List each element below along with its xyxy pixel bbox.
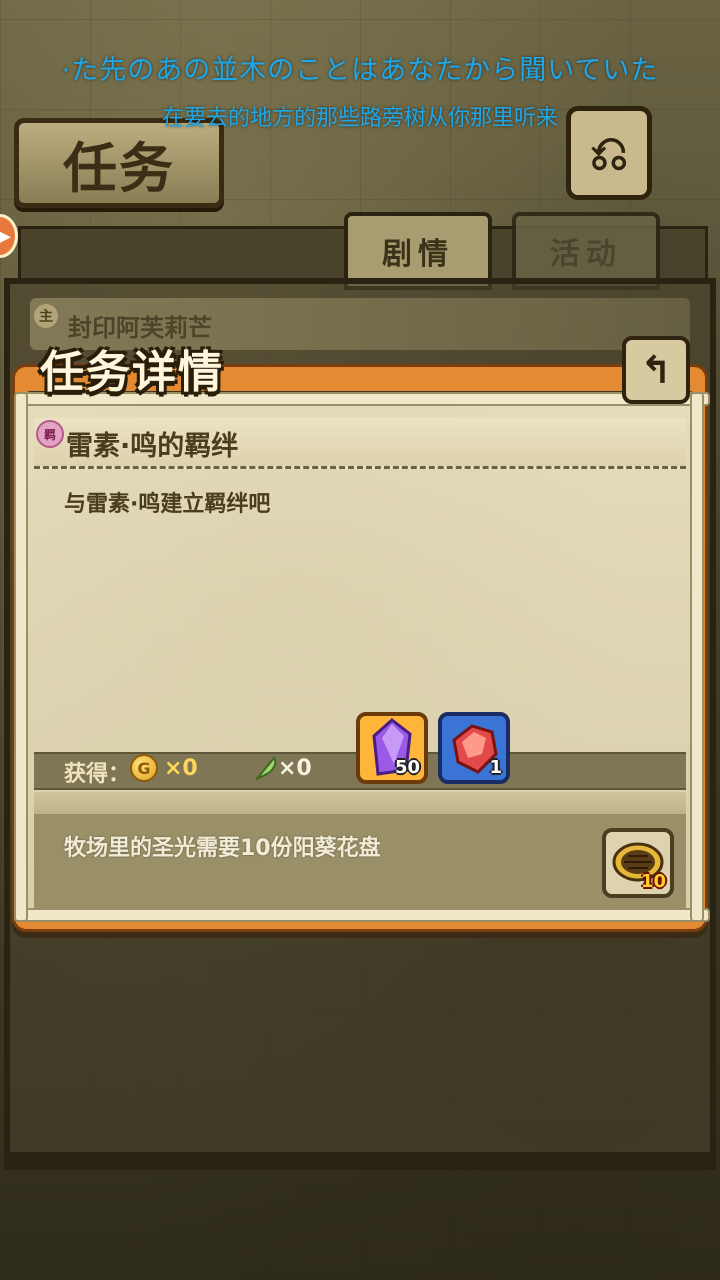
return-arrow-icon: ↰ — [640, 348, 672, 392]
reward-item-gem-shard[interactable]: 1 — [438, 712, 510, 784]
return-arrow-icon: ⎌ — [589, 124, 629, 181]
reward-item-crystal[interactable]: 50 — [356, 712, 428, 784]
main-quest-badge: 主 — [34, 304, 58, 328]
rewards-label: 获得： — [64, 762, 131, 787]
detail-title: 任务详情 — [40, 347, 224, 398]
frame-rail-left — [14, 392, 28, 922]
subtitle-chinese: 在要去的地方的那些路旁树从你那里听来 — [161, 106, 558, 131]
requirement-item[interactable]: 10 — [602, 828, 674, 898]
section-divider — [34, 792, 686, 814]
detail-close-button[interactable]: ↰ — [622, 336, 690, 404]
reward-item-count: 50 — [394, 757, 420, 778]
quest-description: 与雷素·鸣建立羁绊吧 — [64, 492, 271, 517]
gold-coin-icon: G — [130, 754, 158, 782]
frame-rail-bottom — [14, 908, 710, 922]
feather-count: ×0 — [278, 756, 312, 781]
requirement-item-count: 10 — [640, 871, 666, 892]
requirement-text: 牧场里的圣光需要10份阳葵花盘 — [64, 836, 381, 861]
gold-count: ×0 — [164, 756, 198, 781]
page-title: 任务 — [63, 135, 175, 200]
subtitle-japanese: ·た先のあの並木のことはあなたから聞いていた — [61, 55, 659, 86]
bond-quest-badge: 羁 — [36, 420, 64, 448]
frame-rail-right — [690, 392, 704, 922]
list-bottom-frame — [4, 1152, 716, 1170]
quest-name: 雷素·鸣的羁绊 — [66, 431, 239, 462]
reward-item-count: 1 — [489, 757, 502, 778]
feather-icon — [255, 756, 277, 781]
